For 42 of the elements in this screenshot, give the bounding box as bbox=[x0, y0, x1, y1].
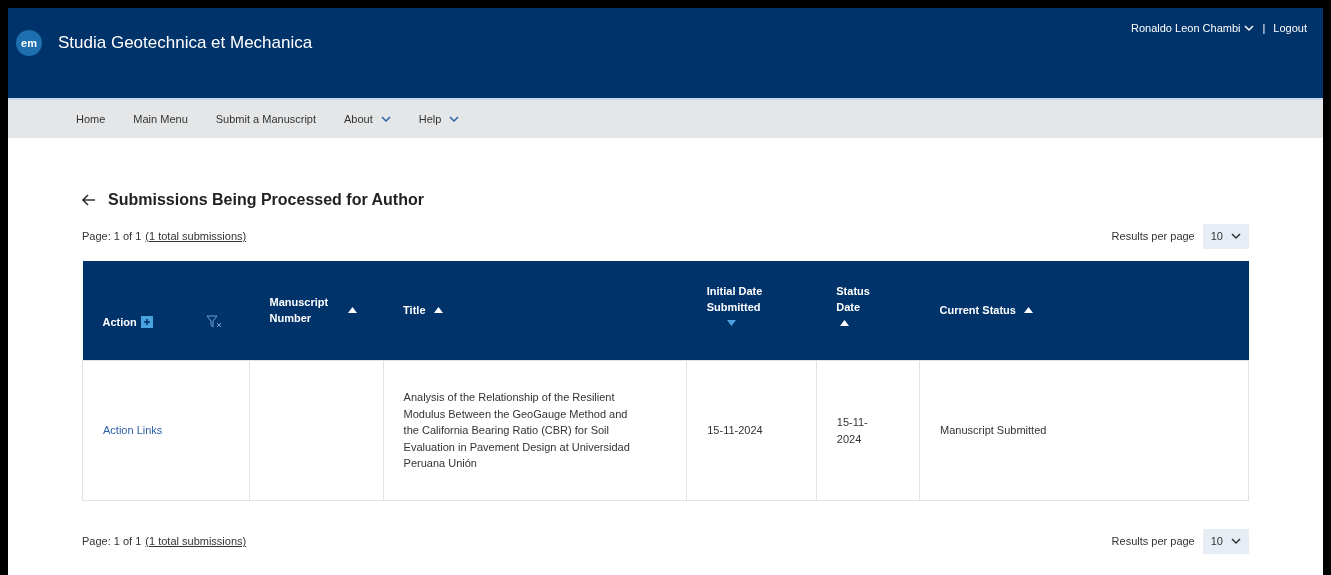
results-per-page-label: Results per page bbox=[1111, 534, 1195, 549]
separator: | bbox=[1262, 21, 1266, 36]
chevron-down-icon bbox=[1244, 24, 1255, 32]
column-header[interactable]: Initial Date Submitted bbox=[686, 260, 817, 361]
sort-up-icon[interactable] bbox=[433, 307, 443, 314]
table-cell-text: 15-11-2024 bbox=[707, 423, 763, 439]
nav-item[interactable]: Main Menu bbox=[133, 110, 188, 128]
chevron-down-icon bbox=[1231, 537, 1241, 545]
table-cell-text: Analysis of the Relationship of the Resilient Modulus Between the GeoGauge Method and the California Bearing Ratio (CBR) for Soil Evaluation in Pavement Design at Universidad Peruana Unión bbox=[403, 390, 631, 472]
sort-up-icon[interactable] bbox=[1023, 307, 1033, 314]
column-header[interactable]: Title bbox=[383, 260, 687, 361]
sort-up-icon[interactable] bbox=[347, 307, 357, 314]
sort-down-icon[interactable] bbox=[726, 319, 736, 326]
user-menu[interactable]: Ronaldo Leon Chambi bbox=[1131, 20, 1255, 37]
nav-item[interactable]: About bbox=[344, 110, 391, 128]
column-header[interactable]: Current Status bbox=[919, 260, 1249, 361]
column-header[interactable]: Status Date bbox=[816, 260, 920, 361]
logout-link[interactable]: Logout bbox=[1273, 20, 1307, 37]
page-title: Submissions Being Processed for Author bbox=[108, 190, 424, 210]
chevron-down-icon bbox=[1231, 232, 1241, 240]
nav-item[interactable]: Help bbox=[418, 110, 460, 128]
column-header[interactable]: Action bbox=[82, 260, 250, 361]
plus-icon[interactable] bbox=[140, 316, 153, 329]
table-cell-text: Manuscript Submitted bbox=[940, 423, 1047, 439]
column-header[interactable]: Manuscript Number bbox=[249, 260, 384, 361]
table-cell-text: 15-11-2024 bbox=[836, 415, 869, 447]
logo-badge: em bbox=[16, 30, 42, 56]
action-links[interactable]: Action Links bbox=[103, 424, 163, 437]
total-submissions-link[interactable]: (1 total submissions) bbox=[145, 228, 247, 245]
results-per-page-select[interactable]: 10 bbox=[1202, 224, 1249, 249]
nav-item[interactable]: Home bbox=[76, 110, 106, 128]
chevron-down-icon bbox=[449, 115, 460, 123]
sort-up-icon[interactable] bbox=[840, 319, 850, 326]
nav-item[interactable]: Submit a Manuscript bbox=[215, 110, 317, 128]
journal-title: Studia Geotechnica et Mechanica bbox=[58, 32, 313, 55]
back-arrow-icon[interactable] bbox=[82, 194, 96, 206]
page-indicator: Page: 1 of 1 bbox=[82, 534, 142, 549]
total-submissions-link[interactable]: (1 total submissions) bbox=[145, 533, 247, 550]
chevron-down-icon bbox=[380, 115, 391, 123]
results-per-page-label: Results per page bbox=[1111, 229, 1195, 244]
page-indicator: Page: 1 of 1 bbox=[82, 229, 142, 244]
results-per-page-select[interactable]: 10 bbox=[1202, 529, 1249, 554]
